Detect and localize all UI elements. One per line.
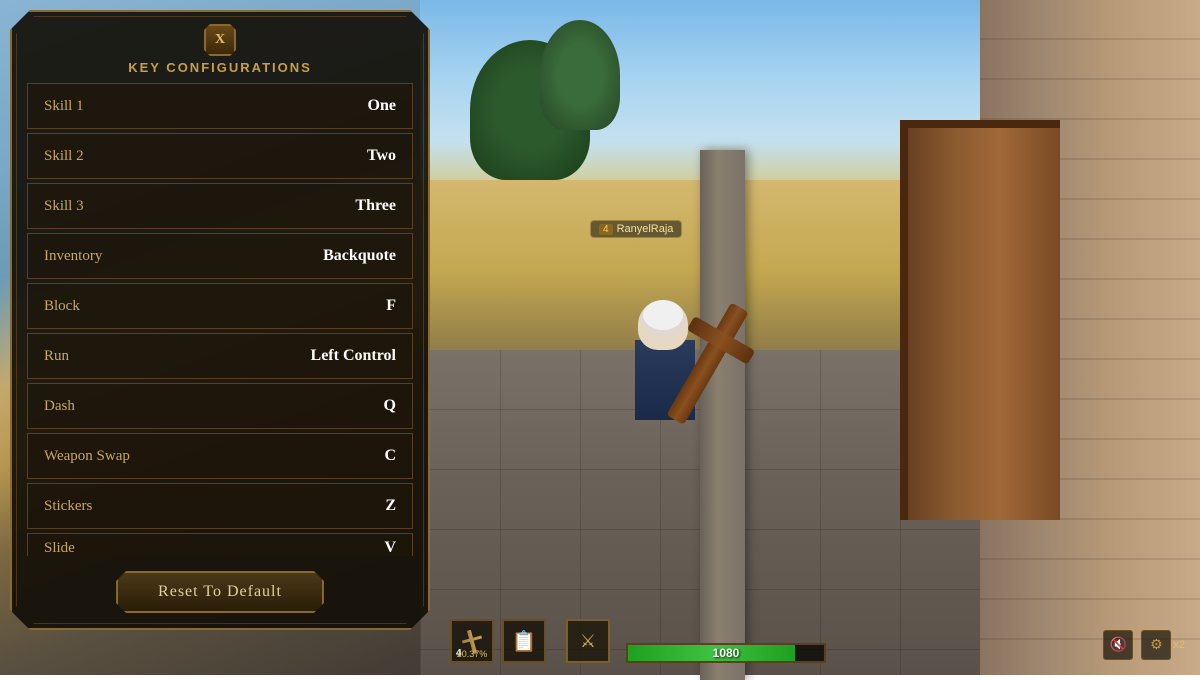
- keybind-row-inventory[interactable]: InventoryBackquote: [27, 233, 413, 279]
- keybind-value-0: One: [282, 97, 412, 115]
- keybind-value-9: V: [282, 539, 412, 556]
- char-hair: [643, 300, 683, 330]
- player-character: [600, 260, 730, 460]
- keybind-value-2: Three: [282, 197, 412, 215]
- sound-icon[interactable]: 🔇: [1103, 630, 1133, 660]
- hud-bottom: 4 20.37% 📋 ⚔ 1080: [0, 605, 1200, 675]
- keybind-row-weapon-swap[interactable]: Weapon SwapC: [27, 433, 413, 479]
- keybind-row-skill-3[interactable]: Skill 3Three: [27, 183, 413, 229]
- keybind-label-7: Weapon Swap: [28, 448, 282, 465]
- keybind-list: Skill 1OneSkill 2TwoSkill 3ThreeInventor…: [12, 83, 428, 556]
- health-value: 1080: [713, 646, 740, 660]
- keybind-value-4: F: [282, 297, 412, 315]
- keybind-row-slide[interactable]: SlideV: [27, 533, 413, 556]
- keybind-value-3: Backquote: [282, 247, 412, 265]
- item-slot[interactable]: 📋: [502, 619, 546, 663]
- health-bar: 1080: [626, 643, 826, 663]
- close-button[interactable]: X: [204, 24, 236, 56]
- item-icon: 📋: [512, 629, 537, 654]
- keybind-value-5: Left Control: [282, 347, 412, 365]
- keybind-row-skill-1[interactable]: Skill 1One: [27, 83, 413, 129]
- keybind-label-4: Block: [28, 298, 282, 315]
- keybind-label-0: Skill 1: [28, 98, 282, 115]
- keybind-value-6: Q: [282, 397, 412, 415]
- keybind-row-skill-2[interactable]: Skill 2Two: [27, 133, 413, 179]
- keybind-row-dash[interactable]: DashQ: [27, 383, 413, 429]
- panel-close-area: X: [12, 12, 428, 60]
- player-level: 4: [599, 224, 613, 235]
- keybind-value-8: Z: [282, 497, 412, 515]
- hud-right: 🔇 ⚙ x2: [1103, 630, 1185, 660]
- keybind-label-9: Slide: [28, 540, 282, 557]
- keybind-row-run[interactable]: RunLeft Control: [27, 333, 413, 379]
- player-nametag: 4 RanyelRaja: [590, 220, 682, 238]
- keybind-row-stickers[interactable]: StickersZ: [27, 483, 413, 529]
- keybind-label-2: Skill 3: [28, 198, 282, 215]
- keybind-label-5: Run: [28, 348, 282, 365]
- tree-2: [540, 20, 620, 130]
- health-fill: [628, 645, 795, 661]
- skill-icon: ⚔: [580, 631, 596, 652]
- x2-label: x2: [1173, 639, 1185, 651]
- panel-title: KEY CONFIGURATIONS: [12, 60, 428, 83]
- panel-body: X KEY CONFIGURATIONS Skill 1OneSkill 2Tw…: [10, 10, 430, 630]
- keybind-value-1: Two: [282, 147, 412, 165]
- weapon-slot[interactable]: 4 20.37%: [450, 619, 494, 663]
- inventory-pct: 20.37%: [452, 649, 492, 661]
- keybind-label-1: Skill 2: [28, 148, 282, 165]
- x2-group: ⚙ x2: [1141, 630, 1185, 660]
- keybind-label-8: Stickers: [28, 498, 282, 515]
- player-name: RanyelRaja: [617, 223, 674, 235]
- keybind-value-7: C: [282, 447, 412, 465]
- inventory-area: 4 20.37% 📋: [450, 619, 546, 663]
- settings-icon[interactable]: ⚙: [1141, 630, 1171, 660]
- skill-slot-1[interactable]: ⚔: [566, 619, 610, 663]
- char-head: [638, 300, 688, 350]
- key-config-panel: X KEY CONFIGURATIONS Skill 1OneSkill 2Tw…: [10, 10, 430, 630]
- keybind-row-block[interactable]: BlockF: [27, 283, 413, 329]
- health-area: 1080: [626, 643, 826, 663]
- keybind-label-6: Dash: [28, 398, 282, 415]
- door-frame: [900, 120, 1060, 520]
- keybind-label-3: Inventory: [28, 248, 282, 265]
